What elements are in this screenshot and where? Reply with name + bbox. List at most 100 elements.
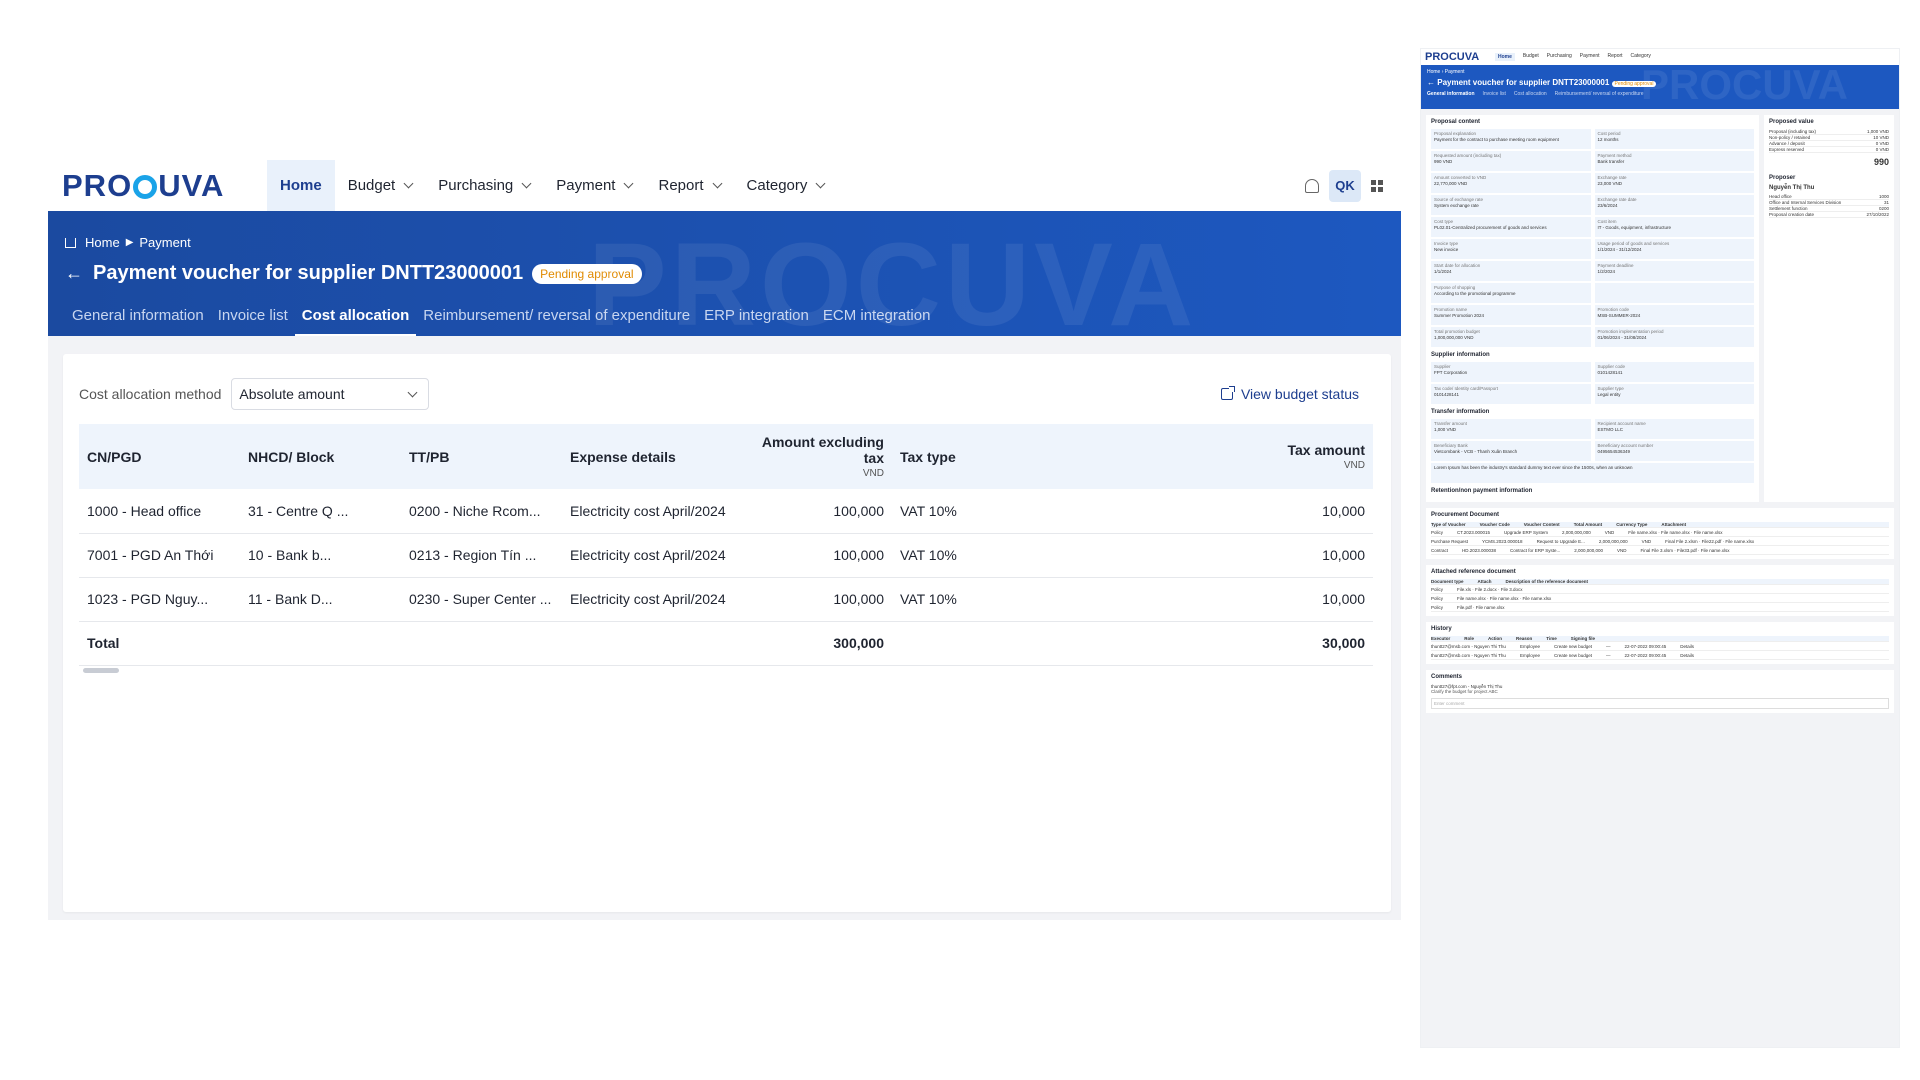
preview-cell: 22-07-2022 09:00:45 [1624,652,1667,658]
total-tax: 30,000 [1322,635,1365,652]
table-row: Policy File.xls · File 2.docx · File 3.do… [1431,585,1889,594]
preview-cell: Contract [1431,547,1449,553]
preview-field-label: Payment deadline [1597,263,1634,268]
preview-kv-label: Non-policy / retained [1769,135,1811,140]
preview-cell: YCMS.2023.000018 [1482,538,1523,544]
preview-cell: 2,000,000,000 [1574,547,1604,553]
preview-transfer-heading: Transfer information [1431,409,1490,415]
avatar[interactable]: QK [1329,169,1361,202]
tab-cost-allocation[interactable]: Cost allocation [294,307,417,336]
cell-tax-type: VAT 10% [892,577,1012,622]
scrollbar-thumb[interactable] [83,668,119,673]
nav-payment[interactable]: Payment [543,160,645,211]
cost-allocation-method-select[interactable]: Absolute amount [231,378,430,410]
nav-budget[interactable]: Budget [335,160,426,211]
chevron-down-icon [407,387,418,398]
preview-cell: Create new budget [1553,652,1592,658]
preview-field: Cost period 12 months [1594,129,1754,149]
nav-report[interactable]: Report [645,160,733,211]
preview-tab[interactable]: Invoice list [1483,91,1506,97]
table-row: Policy File.pdf · File name.xlsx [1431,603,1889,612]
preview-cell: Create new budget [1553,643,1592,649]
cost-allocation-method-label: Cost allocation method [79,386,222,402]
preview-cell: VND [1604,529,1615,535]
chevron-down-icon [624,178,634,189]
preview-col-header: Document type [1431,579,1464,584]
breadcrumb-payment[interactable]: Payment [139,235,190,250]
preview-tab[interactable]: Reimbursement/ reversal of expenditure [1555,91,1644,97]
view-budget-status-link[interactable]: View budget status [1220,386,1359,402]
preview-field-value: System exchange rate [1434,203,1479,208]
method-row: Cost allocation method Absolute amount V… [63,354,1391,410]
preview-nav-item[interactable]: Report [1608,53,1623,61]
preview-cell: VND [1641,538,1652,544]
col-amount-unit: VND [862,468,884,479]
cell-nhcd: 10 - Bank b... [240,533,401,578]
preview-cell: — [1606,643,1611,649]
table-row[interactable]: 7001 - PGD An Thới 10 - Bank b... 0213 -… [79,533,1373,578]
preview-field: Requested amount (including tax) 990 VND [1431,151,1591,171]
chevron-down-icon [521,178,532,189]
cell-amount: 100,000 [742,533,892,578]
preview-nav-item[interactable]: Budget [1523,53,1539,61]
col-tax-unit: VND [1343,460,1365,471]
table-row[interactable]: 1000 - Head office 31 - Centre Q ... 020… [79,489,1373,534]
preview-field: Start date for allocation 1/1/2024 [1431,261,1591,281]
table-row: Purchase Request YCMS.2023.000018 Request … [1431,537,1889,546]
preview-field-value: MSB-SUMMER-2024 [1597,313,1641,318]
preview-cell: Policy [1431,604,1444,610]
bell-icon[interactable] [1305,178,1319,193]
logo-ring-icon [133,174,158,199]
col-tax-amount: Tax amount VND [1012,424,1373,489]
horizontal-scrollbar[interactable] [79,665,1373,673]
breadcrumb-separator-icon: ▶ [125,237,134,248]
preview-cell: Contract for ERP Syste... [1510,547,1561,553]
tab-general-information[interactable]: General information [65,307,211,336]
preview-history-table: Executor Role Action Reason Time Signing file… [1431,636,1889,660]
preview-field: Beneficiary Bank Vietcombank - VCB - Than… [1431,441,1591,461]
preview-field: Amount converted to VND 22,770,000 VND [1431,173,1591,193]
preview-field-label: Cost period [1597,131,1621,136]
nav-home-label: Home [280,177,322,194]
preview-nav-item[interactable]: Purchasing [1547,53,1572,61]
apps-grid-icon[interactable] [1371,179,1383,192]
nav-home[interactable]: Home [267,160,335,211]
preview-col-header: Description of the reference document [1505,579,1589,584]
cell-tax-type: VAT 10% [892,533,1012,578]
preview-nav-item[interactable]: Home [1495,53,1515,61]
tab-invoice-list[interactable]: Invoice list [211,307,295,336]
total-row: Total 300,000 30,000 [79,621,1373,665]
preview-field-label: Requested amount (including tax) [1434,153,1502,158]
preview-nav-item[interactable]: Payment [1580,53,1600,61]
preview-field-value: Legal entity [1597,392,1621,397]
preview-field: Supplier type Legal entity [1594,384,1754,404]
preview-field-value: New invoice [1434,247,1459,252]
preview-proposal-heading: Proposal content [1431,119,1481,125]
preview-field-value: 990 VND [1434,159,1453,164]
preview-field-value: 1/1/2024 - 31/12/2024 [1597,247,1642,252]
breadcrumb-home[interactable]: Home [85,235,120,250]
preview-tab[interactable]: Cost allocation [1514,91,1547,97]
preview-nav-item[interactable]: Category [1631,53,1651,61]
preview-field: Recipient account name ESTMO LLC [1594,419,1754,439]
preview-field: Exchange rate date 23/6/2024 [1594,195,1754,215]
preview-reference-table: Document type Attach Description of the re… [1431,579,1889,612]
cell-tax-amount: 10,000 [1012,577,1373,622]
nav-purchasing[interactable]: Purchasing [425,160,543,211]
preview-kv-value: 1,000 VND [1866,129,1889,134]
table-row[interactable]: 1023 - PGD Nguy... 11 - Bank D... 0230 -… [79,577,1373,622]
preview-tab[interactable]: General information [1427,91,1475,97]
preview-cell: File.pdf · File name.xlsx [1457,604,1505,610]
nav-category[interactable]: Category [734,160,838,211]
page-title: Payment voucher for supplier DNTT2300000… [93,262,524,284]
cell-expense: Electricity cost April/2024 [562,577,742,622]
preview-comment-input[interactable]: Enter comment [1431,698,1889,709]
preview-cell: VND [1617,547,1627,553]
preview-field-value: 0101428141 [1434,392,1460,397]
col-expense-details: Expense details [562,424,742,489]
back-arrow-icon[interactable]: ← [65,263,83,284]
cell-tax-type: VAT 10% [892,489,1012,534]
procuva-logo[interactable]: PRO UVA [62,168,267,204]
preview-transfer-content: Lorem Ipsum has been the industry's stan… [1431,463,1754,483]
preview-proposed-value-heading: Proposed value [1769,119,1814,125]
